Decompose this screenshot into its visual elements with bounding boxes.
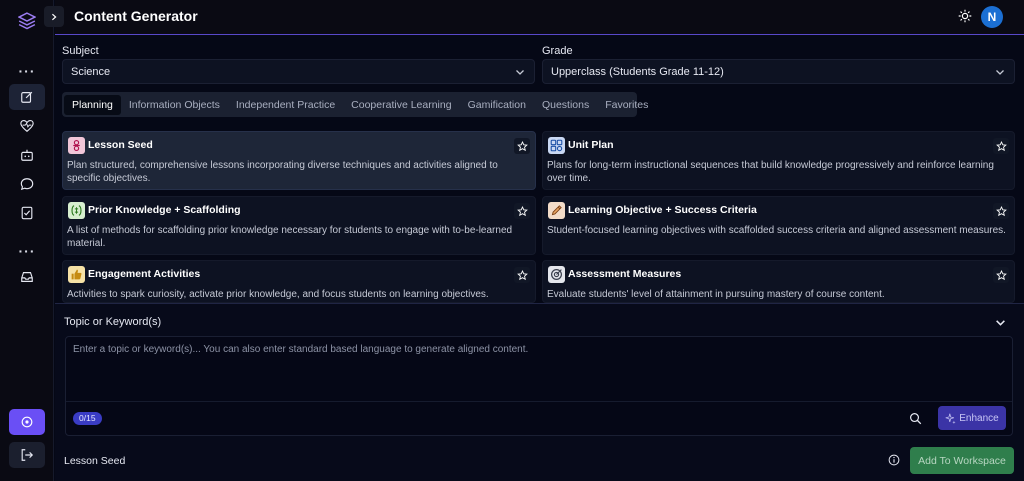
chevron-down-icon [516, 70, 524, 75]
checklist-icon[interactable] [9, 200, 45, 226]
card-title: Assessment Measures [568, 268, 682, 280]
grade-label: Grade [542, 45, 573, 57]
card-description: Activities to spark curiosity, activate … [67, 289, 489, 300]
topic-box: 0/15 Enhance [65, 336, 1013, 436]
favorite-button[interactable] [993, 267, 1009, 283]
favorite-button[interactable] [514, 138, 530, 154]
grade-value: Upperclass (Students Grade 11-12) [551, 65, 724, 78]
chevron-right-icon [52, 13, 57, 20]
card-description: Evaluate students' level of attainment i… [547, 289, 885, 300]
subject-label: Subject [62, 45, 99, 57]
card-learning-objective[interactable]: Learning Objective + Success Criteria St… [542, 196, 1015, 255]
enhance-label: Enhance [959, 412, 999, 424]
card-prior-knowledge[interactable]: Prior Knowledge + Scaffolding A list of … [62, 196, 536, 255]
unit-plan-icon [548, 137, 565, 154]
grade-select[interactable]: Upperclass (Students Grade 11-12) [542, 59, 1015, 84]
star-icon [516, 269, 528, 280]
pencil-icon [548, 202, 565, 219]
page-title: Content Generator [74, 8, 198, 24]
inbox-icon[interactable] [9, 264, 45, 290]
card-lesson-seed[interactable]: Lesson Seed Plan structured, comprehensi… [62, 131, 536, 190]
tab-planning[interactable]: Planning [64, 94, 121, 115]
selected-tool-label: Lesson Seed [64, 455, 126, 467]
card-title: Learning Objective + Success Criteria [568, 204, 757, 216]
favorite-button[interactable] [514, 267, 530, 283]
star-icon [516, 140, 528, 151]
search-icon[interactable] [909, 412, 922, 425]
chevron-down-icon [996, 70, 1004, 75]
prior-knowledge-icon [68, 202, 85, 219]
info-icon[interactable] [888, 454, 900, 466]
topic-input[interactable] [66, 337, 1012, 401]
topic-label: Topic or Keyword(s) [64, 316, 162, 328]
tab-information-objects[interactable]: Information Objects [121, 95, 228, 115]
card-description: Plan structured, comprehensive lessons i… [67, 160, 498, 184]
tab-questions[interactable]: Questions [534, 95, 597, 115]
avatar[interactable]: N [981, 6, 1003, 28]
target-icon [548, 266, 565, 283]
card-title: Unit Plan [568, 139, 614, 151]
chevron-down-icon[interactable] [995, 317, 1006, 328]
star-icon [995, 140, 1007, 151]
category-tabs: Planning Information Objects Independent… [62, 92, 648, 117]
char-counter-badge: 0/15 [73, 412, 102, 425]
add-to-workspace-button[interactable]: Add To Workspace [910, 447, 1014, 474]
favorite-button[interactable] [993, 203, 1009, 219]
star-icon [995, 205, 1007, 216]
card-description: Student-focused learning objectives with… [547, 225, 1006, 236]
more-icon-secondary[interactable]: ··· [9, 238, 45, 264]
robot-icon[interactable] [9, 142, 45, 168]
card-description: Plans for long-term instructional sequen… [547, 160, 994, 184]
subject-value: Science [71, 65, 111, 78]
card-title: Lesson Seed [88, 139, 153, 151]
left-rail: ··· ··· [0, 0, 54, 481]
card-title: Engagement Activities [88, 268, 201, 280]
edit-icon[interactable] [9, 84, 45, 110]
favorite-button[interactable] [993, 138, 1009, 154]
card-title: Prior Knowledge + Scaffolding [88, 204, 241, 216]
more-icon[interactable]: ··· [9, 58, 45, 84]
favorite-button[interactable] [514, 203, 530, 219]
tab-gamification[interactable]: Gamification [460, 95, 534, 115]
subject-select[interactable]: Science [62, 59, 535, 84]
tab-favorites[interactable]: Favorites [597, 95, 656, 115]
tab-independent-practice[interactable]: Independent Practice [228, 95, 343, 115]
tab-cooperative-learning[interactable]: Cooperative Learning [343, 95, 459, 115]
sun-icon[interactable] [958, 9, 972, 23]
logout-icon[interactable] [9, 442, 45, 468]
chat-icon[interactable] [9, 171, 45, 197]
star-icon [516, 205, 528, 216]
card-assessment-measures[interactable]: Assessment Measures Evaluate students' l… [542, 260, 1015, 303]
enhance-button[interactable]: Enhance [938, 406, 1006, 430]
app-logo-icon[interactable] [9, 8, 45, 34]
heart-pulse-icon[interactable] [9, 113, 45, 139]
expand-sidebar-button[interactable] [44, 6, 64, 27]
shield-icon[interactable] [9, 409, 45, 435]
card-description: A list of methods for scaffolding prior … [67, 225, 513, 249]
card-unit-plan[interactable]: Unit Plan Plans for long-term instructio… [542, 131, 1015, 190]
sparkle-icon [945, 413, 956, 424]
header [55, 0, 1024, 35]
divider [66, 401, 1012, 402]
thumbs-up-icon [68, 266, 85, 283]
card-engagement-activities[interactable]: Engagement Activities Activities to spar… [62, 260, 536, 303]
lesson-seed-icon [68, 137, 85, 154]
star-icon [995, 269, 1007, 280]
